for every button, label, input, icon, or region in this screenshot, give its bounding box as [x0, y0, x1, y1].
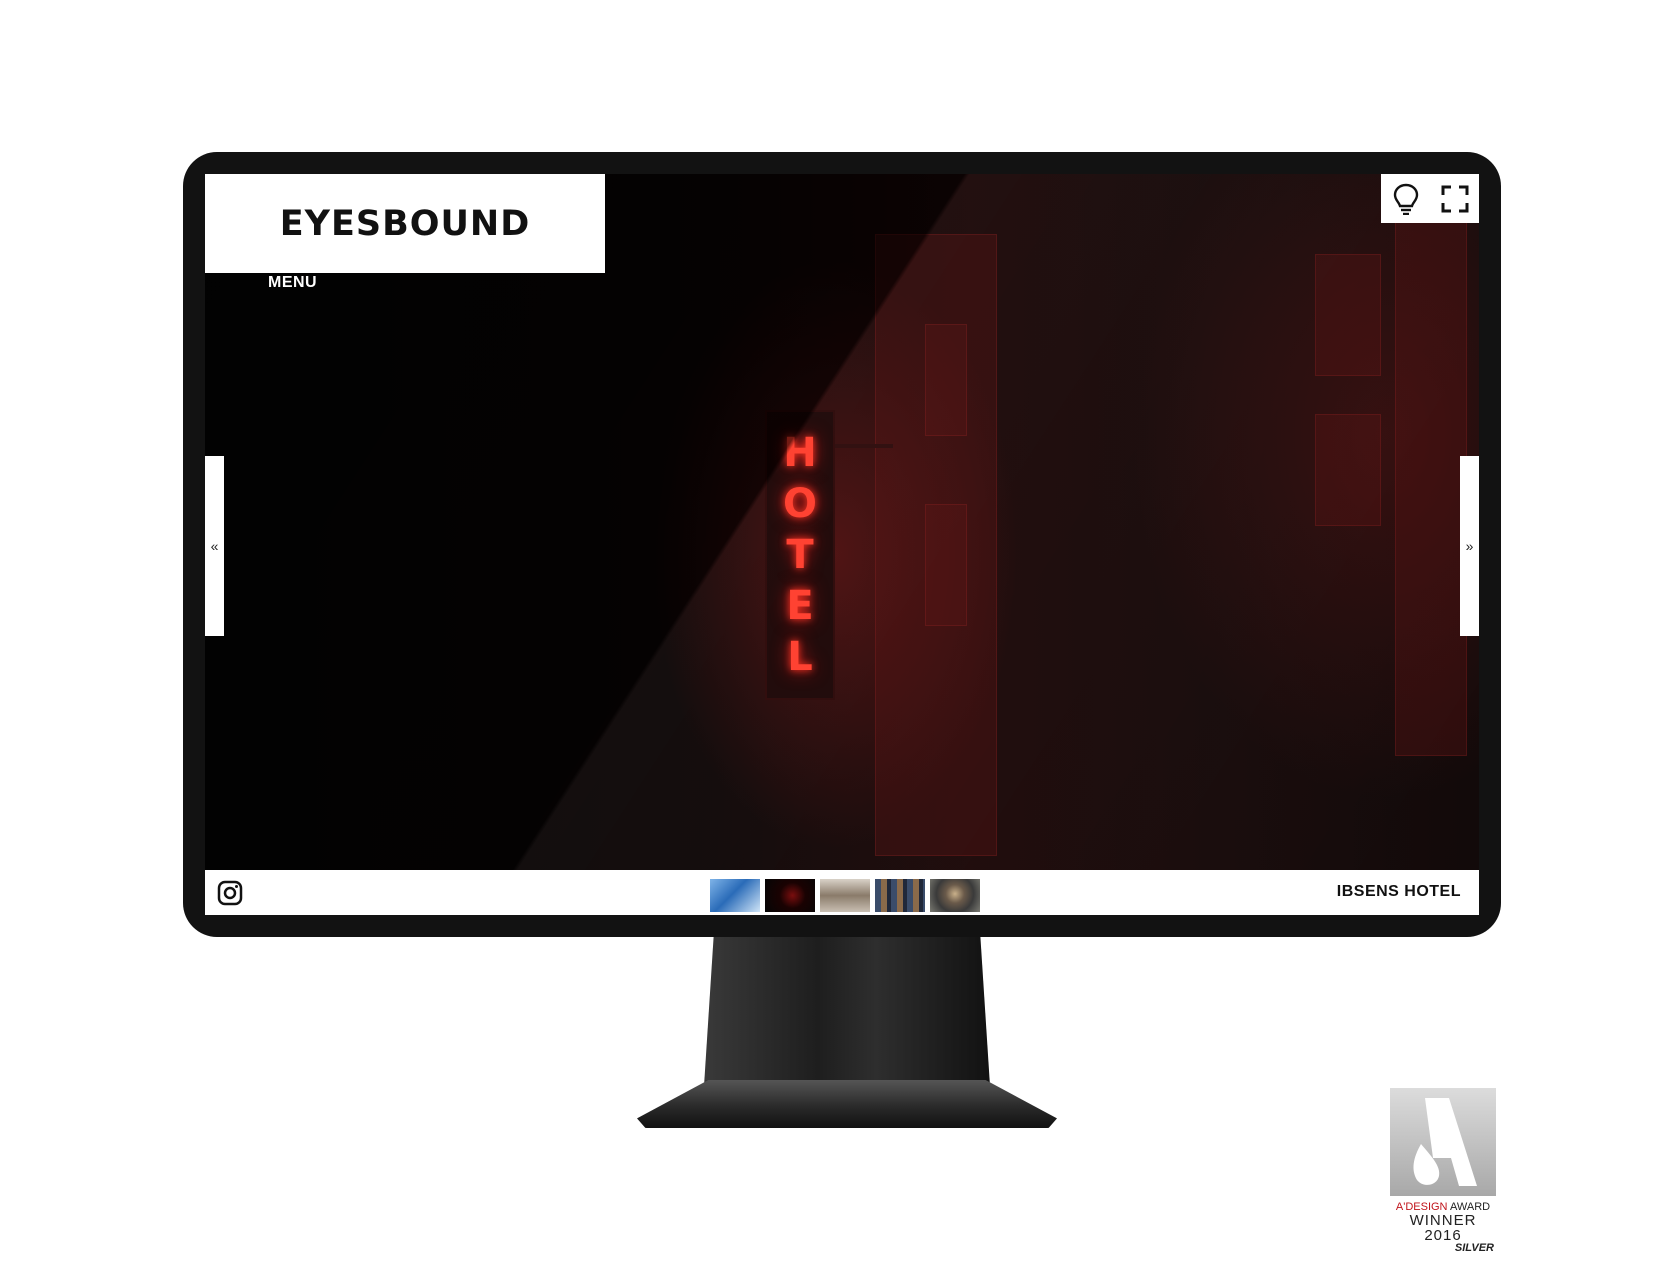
- sign-letter: O: [782, 481, 817, 528]
- sign-letter: E: [786, 582, 814, 629]
- previous-slide-button[interactable]: «: [205, 456, 224, 636]
- toolbar: [1381, 174, 1479, 223]
- sign-letter: T: [786, 531, 814, 578]
- thumbnail-2[interactable]: [765, 879, 815, 912]
- prev-arrow-label: «: [210, 538, 219, 554]
- menu-link[interactable]: MENU: [268, 274, 317, 292]
- instagram-icon[interactable]: [217, 880, 243, 906]
- fullscreen-icon[interactable]: [1438, 182, 1472, 216]
- site-logo: EYESBOUND: [279, 203, 531, 244]
- project-title: IBSENS HOTEL: [1336, 883, 1461, 900]
- award-line-2: WINNER 2016: [1409, 1212, 1477, 1244]
- thumbnail-1[interactable]: [710, 879, 760, 912]
- sign-letter: L: [787, 633, 813, 680]
- building-window: [925, 324, 967, 436]
- hero-photo: H O T E L: [205, 174, 1479, 870]
- building-window: [1315, 414, 1381, 526]
- bottom-bar: IBSENS HOTEL: [205, 870, 1479, 915]
- building-facade: [1395, 214, 1467, 756]
- award-badge: A'DESIGN AWARD WINNER 2016 SILVER: [1390, 1088, 1496, 1258]
- thumbnail-4[interactable]: [875, 879, 925, 912]
- logo-box[interactable]: EYESBOUND: [205, 174, 605, 273]
- website-screen: H O T E L EYESBOUND MENU « » IBSENS HOTE…: [205, 174, 1479, 915]
- award-line-3: SILVER: [1454, 1242, 1494, 1254]
- hotel-neon-sign: H O T E L: [765, 410, 835, 700]
- monitor-stand-base: [637, 1080, 1057, 1128]
- screen-glare: [205, 174, 1479, 870]
- thumbnail-3[interactable]: [820, 879, 870, 912]
- next-slide-button[interactable]: »: [1460, 456, 1479, 636]
- thumbnail-strip: [710, 879, 980, 912]
- thumbnail-5[interactable]: [930, 879, 980, 912]
- sign-letter: H: [783, 430, 817, 477]
- sign-bracket: [833, 444, 893, 448]
- building-window: [925, 504, 967, 626]
- building-window: [1315, 254, 1381, 376]
- next-arrow-label: »: [1465, 538, 1474, 554]
- award-a-icon: [1413, 1098, 1477, 1186]
- award-logo: [1390, 1088, 1496, 1196]
- lightbulb-icon[interactable]: [1389, 182, 1423, 216]
- monitor-frame: H O T E L EYESBOUND MENU « » IBSENS HOTE…: [183, 152, 1501, 937]
